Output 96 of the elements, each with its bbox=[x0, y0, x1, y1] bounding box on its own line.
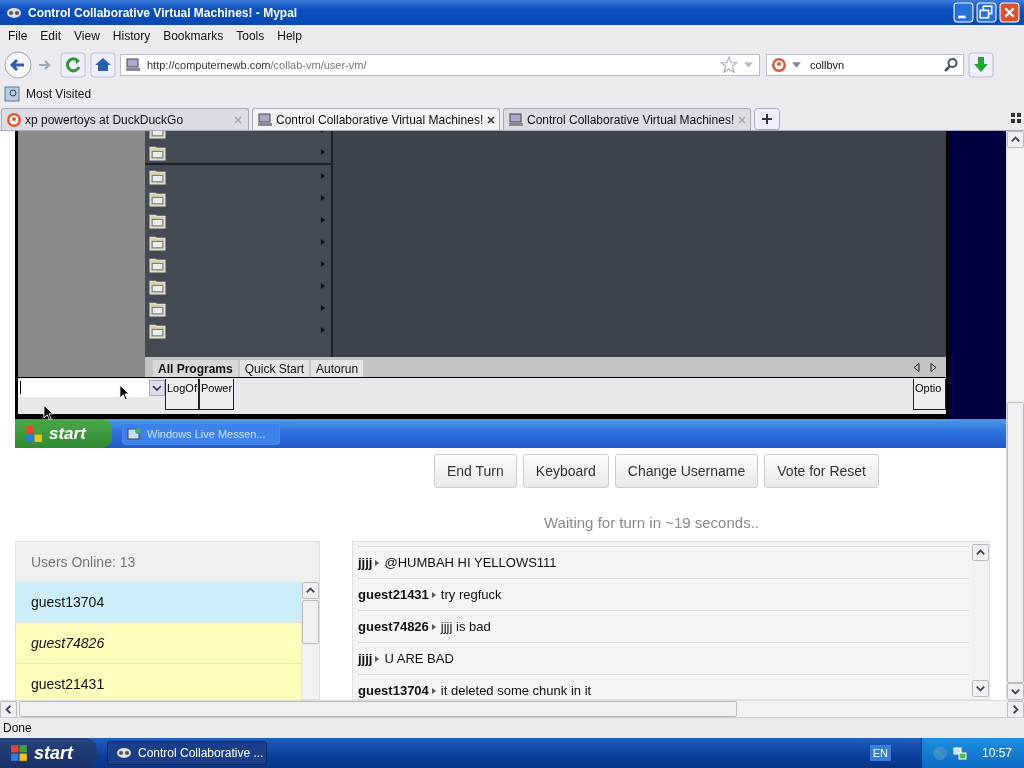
submenu-arrow-icon bbox=[321, 217, 325, 223]
submenu-arrow-icon bbox=[321, 283, 325, 289]
minimize-icon[interactable] bbox=[953, 2, 974, 23]
submenu-arrow-icon bbox=[321, 305, 325, 311]
app-icon bbox=[116, 745, 132, 761]
close-icon[interactable] bbox=[486, 114, 497, 125]
windows-flag-icon bbox=[25, 424, 43, 443]
submenu-arrow-icon bbox=[321, 239, 325, 245]
browser-tab[interactable]: xp powertoys at DuckDuckGo bbox=[1, 108, 249, 130]
reload-icon[interactable] bbox=[60, 51, 86, 78]
scroll-left-icon[interactable] bbox=[0, 700, 17, 718]
menu-item[interactable]: Bookmarks bbox=[158, 27, 229, 45]
scroll-thumb[interactable] bbox=[19, 701, 737, 717]
search-field[interactable]: collbvn bbox=[766, 53, 964, 76]
user-row[interactable]: guest13704 bbox=[16, 582, 301, 623]
user-row[interactable]: guest21431 bbox=[16, 664, 301, 700]
menu-tab[interactable]: Autorun bbox=[311, 360, 364, 378]
control-button[interactable]: Vote for Reset bbox=[764, 454, 879, 488]
search-icon[interactable] bbox=[943, 56, 959, 73]
scroll-up-icon[interactable] bbox=[972, 544, 989, 561]
taskbar-button[interactable]: Control Collaborative ... bbox=[107, 741, 267, 765]
menu-tab[interactable]: All Programs bbox=[153, 360, 238, 378]
messenger-icon bbox=[127, 425, 143, 442]
windows-flag-icon bbox=[10, 744, 28, 762]
computer-icon bbox=[508, 111, 524, 128]
submenu-arrow-icon bbox=[321, 195, 325, 201]
clock: 10:57 bbox=[981, 746, 1012, 760]
download-icon[interactable] bbox=[968, 51, 994, 78]
submenu-arrow-icon bbox=[321, 261, 325, 267]
control-button[interactable]: Change Username bbox=[614, 454, 759, 488]
arrow-icon bbox=[431, 687, 436, 694]
scrollbar[interactable] bbox=[1006, 131, 1024, 700]
start-button[interactable]: start bbox=[0, 738, 97, 768]
control-button[interactable]: End Turn bbox=[434, 454, 517, 488]
submenu-arrow-icon bbox=[321, 149, 325, 155]
status-text: Done bbox=[3, 721, 32, 735]
scroll-right-icon[interactable] bbox=[1007, 700, 1024, 718]
menu-item[interactable]: View bbox=[69, 27, 105, 45]
language-indicator[interactable]: EN bbox=[869, 745, 891, 761]
arrow-icon bbox=[431, 623, 436, 630]
chat-message: guest74826 jjjj is bad bbox=[358, 610, 969, 642]
arrow-icon bbox=[375, 559, 380, 566]
menu-item[interactable]: File bbox=[3, 27, 33, 45]
duck-icon bbox=[6, 111, 22, 128]
window-title: Control Collaborative Virtual Machines! - Mypal bbox=[28, 5, 299, 20]
computer-icon bbox=[257, 111, 273, 128]
session-button[interactable]: Power bbox=[198, 379, 235, 411]
run-field[interactable] bbox=[18, 379, 149, 398]
menu-item[interactable]: History bbox=[107, 27, 156, 45]
scroll-up-icon[interactable] bbox=[302, 582, 319, 599]
menu-item[interactable]: Tools bbox=[231, 27, 270, 45]
arrow-icon bbox=[431, 591, 436, 598]
menu-tab[interactable]: Quick Start bbox=[239, 360, 310, 378]
scroll-thumb[interactable] bbox=[302, 600, 319, 644]
menu-item[interactable]: Help bbox=[272, 27, 307, 45]
chat-message: jjjj U ARE BAD bbox=[358, 642, 969, 674]
options-button[interactable]: Optio bbox=[913, 379, 946, 411]
scrollbar[interactable] bbox=[301, 582, 319, 699]
duck-icon bbox=[771, 56, 787, 73]
scroll-right-icon[interactable] bbox=[930, 362, 936, 372]
browser-tab[interactable]: Control Collaborative Virtual Machines! bbox=[503, 108, 751, 130]
scroll-thumb[interactable] bbox=[1007, 402, 1024, 683]
network-icon[interactable] bbox=[951, 745, 968, 761]
tab-groups-icon[interactable] bbox=[1011, 113, 1021, 123]
user-row[interactable]: guest74826 bbox=[16, 623, 301, 664]
menu-item[interactable]: Edit bbox=[35, 27, 67, 45]
start-button[interactable]: start bbox=[15, 419, 112, 448]
session-button[interactable]: LogOf bbox=[165, 379, 199, 411]
maximize-icon[interactable] bbox=[976, 2, 997, 23]
cursor-icon bbox=[43, 404, 54, 421]
computer-icon bbox=[125, 56, 141, 73]
home-icon[interactable] bbox=[90, 51, 116, 78]
address-bar[interactable]: http://computernewb.com/collab-vm/user-vm/ bbox=[120, 53, 760, 76]
users-online-count: Users Online: 13 bbox=[30, 553, 137, 572]
new-tab-icon[interactable] bbox=[754, 108, 780, 130]
browser-tab[interactable]: Control Collaborative Virtual Machines! bbox=[252, 108, 500, 130]
dropdown-icon[interactable] bbox=[149, 379, 165, 398]
submenu-arrow-icon bbox=[321, 327, 325, 333]
scroll-down-icon[interactable] bbox=[972, 680, 989, 697]
turn-status: Waiting for turn in ~19 seconds.. bbox=[544, 514, 759, 531]
control-button[interactable]: Keyboard bbox=[522, 454, 609, 488]
scrollbar[interactable] bbox=[972, 542, 989, 699]
bookmark-item[interactable]: Most Visited bbox=[4, 86, 92, 102]
star-icon[interactable] bbox=[720, 55, 738, 74]
back-icon[interactable] bbox=[4, 50, 32, 79]
chat-message: jjjj @HUMBAH HI YELLOWS111 bbox=[358, 546, 969, 578]
scroll-down-icon[interactable] bbox=[1007, 683, 1024, 700]
scroll-up-icon[interactable] bbox=[1007, 131, 1024, 148]
submenu-arrow-icon bbox=[321, 173, 325, 179]
scrollbar[interactable] bbox=[0, 700, 1024, 717]
app-icon bbox=[6, 6, 22, 19]
bookmark-folder-icon bbox=[4, 86, 20, 102]
arrow-icon bbox=[375, 655, 380, 662]
chat-message: guest21431 try regfuck bbox=[358, 578, 969, 610]
scroll-left-icon[interactable] bbox=[914, 362, 920, 372]
cursor-icon bbox=[119, 384, 130, 401]
